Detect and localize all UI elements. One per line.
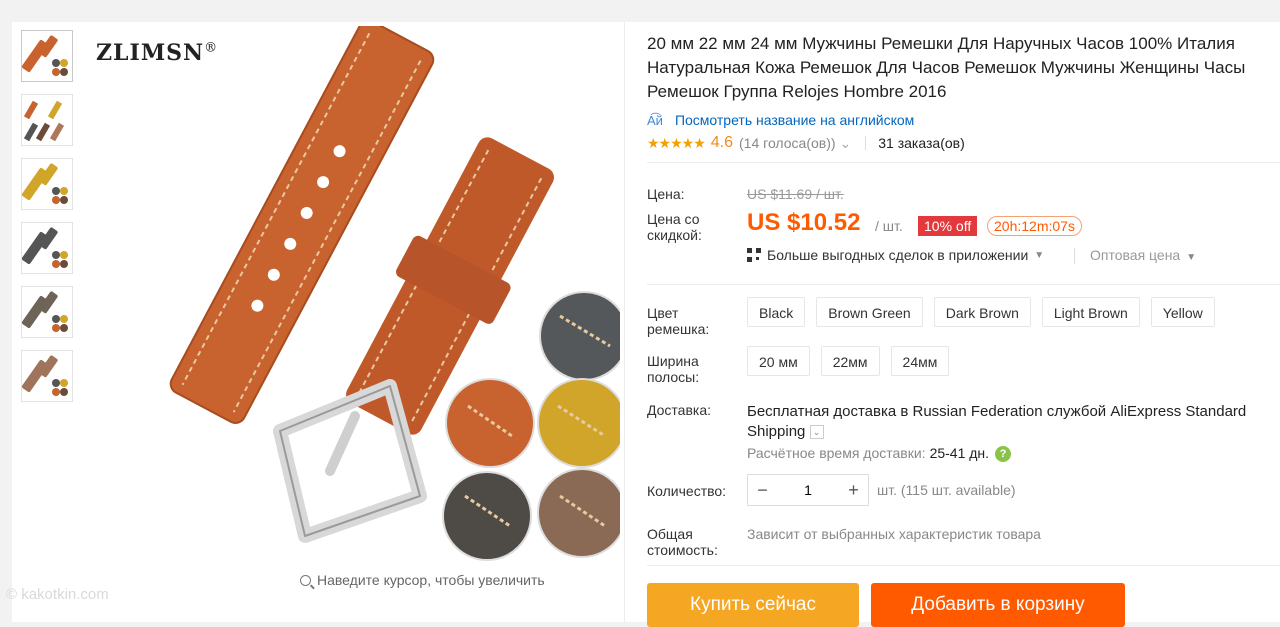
band-width-label-line1: Ширина [647,353,699,369]
divider [647,162,1280,163]
strap-color-label-line1: Цвет [647,305,679,321]
thumbnail-brown[interactable] [21,30,73,82]
divider [647,284,1280,285]
watch-strap-illustration [169,19,629,561]
quantity-input[interactable] [777,481,839,499]
rating-score: 4.6 [710,134,734,151]
rating-stars-icon: ★★★★★ [647,134,706,151]
add-to-cart-button[interactable]: Добавить в корзину [871,583,1125,627]
old-price: US $11.69 / шт. [747,186,844,202]
thumbnail-strip [21,30,75,414]
divider [1074,248,1075,264]
thumbnail-dark-brown[interactable] [21,286,73,338]
width-option-24[interactable]: 24мм [890,346,950,376]
band-width-label: Ширина полосы: [647,353,699,385]
caret-down-icon: ▼ [1186,252,1197,263]
main-product-image[interactable]: ZLIMSN® Наведите курсор, чтобы увеличить [90,19,629,588]
app-deals-text[interactable]: Больше выгодных сделок в приложении [767,247,1028,263]
shipping-label: Доставка: [647,402,712,418]
product-card: ZLIMSN® Наведите курсор, чтобы увеличить… [12,19,1280,627]
divider [647,565,1280,566]
discount-price-label-line1: Цена со [647,211,700,227]
strap-color-label-line2: ремешка: [647,321,710,337]
thumbnail-black[interactable] [21,222,73,274]
total-label-line1: Общая [647,526,693,542]
votes-count[interactable]: (14 голоса(ов)) [739,135,836,151]
price-unit: / шт. [875,218,903,234]
divider [865,136,867,150]
total-label-line2: стоимость: [647,542,718,558]
rating-row: ★★★★★ 4.6 (14 голоса(ов)) ⌄ 31 заказа(ов… [647,134,1277,152]
translate-link[interactable]: Посмотреть название на английском [675,112,914,128]
discount-price-label-line2: скидкой: [647,227,702,243]
delivery-time-label: Расчётное время доставки: [747,445,926,461]
discount-badge: 10% off [918,216,978,236]
app-deals-link[interactable]: Больше выгодных сделок в приложении ▼ [747,247,1044,263]
watermark: © kakotkin.com [6,586,109,603]
zoom-hint: Наведите курсор, чтобы увеличить [300,572,545,588]
total-value: Зависит от выбранных характеристик товар… [747,526,1041,542]
strap-color-label: Цвет ремешка: [647,305,709,337]
shipping-dropdown-icon[interactable]: ⌄ [809,425,824,440]
translate-row[interactable]: A͡й Посмотреть название на английском [647,112,1277,128]
qr-code-icon [747,248,761,262]
current-price: US $10.52 [747,209,861,236]
color-option-dark-brown[interactable]: Dark Brown [933,297,1031,327]
quantity-stepper: − + [747,474,869,506]
thumbnail-mixed[interactable] [21,94,73,146]
delivery-time-value: 25-41 дн. [929,445,990,461]
width-options: 20 мм 22мм 24мм [747,346,960,376]
quantity-decrease-button[interactable]: − [748,480,777,501]
buy-now-button[interactable]: Купить сейчас [647,583,859,627]
color-option-light-brown[interactable]: Light Brown [1041,297,1140,327]
product-title: 20 мм 22 мм 24 мм Мужчины Ремешки Для На… [647,34,1246,101]
color-option-brown-green[interactable]: Brown Green [816,297,923,327]
brand-logo: ZLIMSN® [96,40,219,66]
translate-icon: A͡й [647,112,663,128]
color-options: Black Brown Green Dark Brown Light Brown… [747,297,1226,327]
thumbnail-yellow[interactable] [21,158,73,210]
color-option-yellow[interactable]: Yellow [1150,297,1215,327]
quantity-label: Количество: [647,483,727,499]
column-divider [624,22,625,622]
thumbnail-light-brown[interactable] [21,350,73,402]
color-option-black[interactable]: Black [747,297,806,327]
width-option-22[interactable]: 22мм [820,346,880,376]
width-option-20[interactable]: 20 мм [747,346,810,376]
product-info: 20 мм 22 мм 24 мм Мужчины Ремешки Для На… [647,22,1280,627]
discount-price-label: Цена со скидкой: [647,211,702,243]
shipping-info: Бесплатная доставка в Russian Federation… [747,402,1277,442]
help-icon[interactable]: ? [995,446,1012,463]
quantity-increase-button[interactable]: + [839,480,868,501]
caret-down-icon: ▼ [1034,249,1045,261]
delivery-time: Расчётное время доставки: 25-41 дн.? [747,445,1012,463]
price-label: Цена: [647,186,685,202]
total-label: Общая стоимость: [647,526,718,558]
wholesale-price-text[interactable]: Оптовая цена [1090,247,1180,263]
orders-count: 31 заказа(ов) [878,135,965,151]
chevron-down-icon[interactable]: ⌄ [840,135,852,152]
wholesale-price-link[interactable]: Оптовая цена ▼ [1090,247,1196,263]
shipping-free-text: Бесплатная доставка в [747,403,909,420]
quantity-available: шт. (115 шт. available) [877,482,1016,498]
magnifier-icon [300,575,311,586]
band-width-label-line2: полосы: [647,369,700,385]
countdown-timer: 20h:12m:07s [987,216,1082,236]
